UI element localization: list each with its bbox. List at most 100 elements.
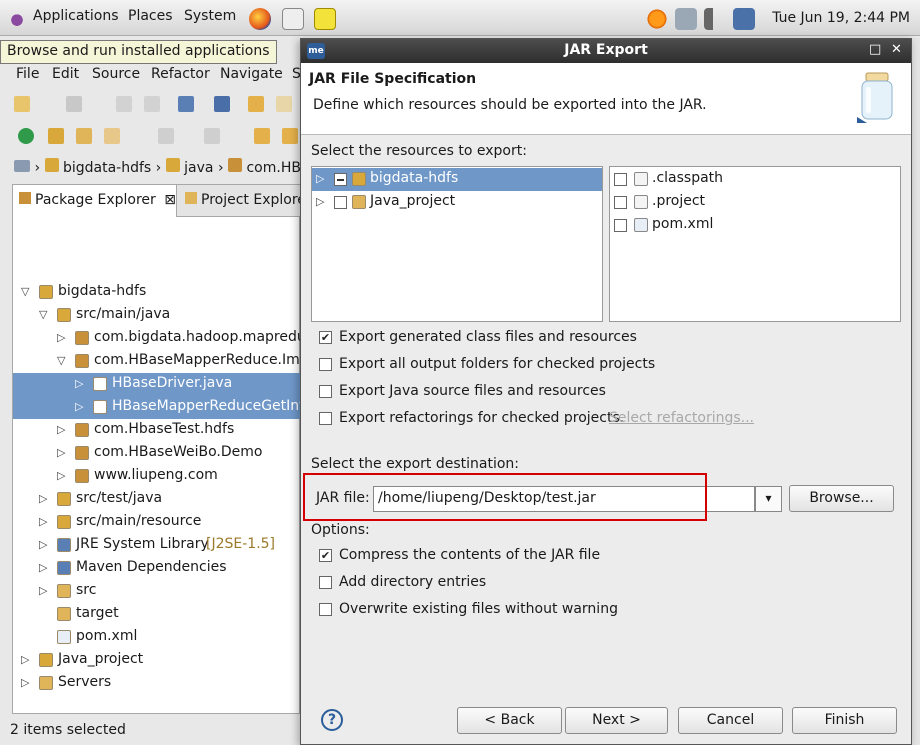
forward-arrow-icon[interactable] bbox=[276, 96, 292, 112]
firefox-icon[interactable] bbox=[249, 8, 271, 30]
option-checkbox[interactable] bbox=[319, 412, 332, 425]
chevron-right-icon[interactable]: ▷ bbox=[57, 469, 69, 482]
option-checkbox[interactable] bbox=[319, 385, 332, 398]
back-button[interactable]: < Back bbox=[457, 707, 562, 734]
volume-icon[interactable] bbox=[704, 8, 726, 30]
resource-checkbox[interactable] bbox=[334, 173, 347, 186]
browse-button[interactable]: Browse... bbox=[789, 485, 894, 512]
option-checkbox[interactable]: ✔ bbox=[319, 549, 332, 562]
tab-package-explorer[interactable]: Package Explorer ⊠ bbox=[13, 185, 177, 217]
resource-checkbox[interactable] bbox=[334, 196, 347, 209]
display-icon[interactable] bbox=[733, 8, 755, 30]
maximize-icon[interactable]: □ bbox=[869, 42, 881, 57]
tab-project-explorer[interactable]: Project Explore bbox=[179, 185, 301, 217]
file-list-item[interactable]: pom.xml bbox=[610, 214, 900, 237]
save-all-icon[interactable] bbox=[144, 96, 160, 112]
option-checkbox[interactable] bbox=[319, 603, 332, 616]
file-list-item[interactable]: .classpath bbox=[610, 168, 900, 191]
tree-item[interactable]: ▷ src/test/java bbox=[13, 488, 301, 511]
chevron-down-icon[interactable]: ▽ bbox=[39, 308, 51, 321]
new-type-icon[interactable] bbox=[66, 96, 82, 112]
file-checkbox[interactable] bbox=[614, 196, 627, 209]
chevron-right-icon[interactable]: ▷ bbox=[57, 446, 69, 459]
edit-icon[interactable] bbox=[104, 128, 120, 144]
select-refactorings-link[interactable]: Select refactorings... bbox=[609, 410, 754, 426]
breadcrumb-package[interactable]: com.HB bbox=[246, 160, 300, 176]
breadcrumb-root-icon[interactable] bbox=[14, 160, 30, 172]
prev-annotation-icon[interactable] bbox=[204, 128, 220, 144]
breadcrumb-project[interactable]: bigdata-hdfs bbox=[63, 160, 151, 176]
open-type-icon[interactable] bbox=[48, 128, 64, 144]
back-arrow-icon[interactable] bbox=[248, 96, 264, 112]
places-menu[interactable]: Places bbox=[128, 8, 173, 24]
chevron-right-icon[interactable]: ▷ bbox=[57, 423, 69, 436]
menu-source[interactable]: Source bbox=[92, 66, 140, 82]
tree-item[interactable]: ▽ src/main/java bbox=[13, 304, 301, 327]
last-edit-icon[interactable] bbox=[254, 128, 270, 144]
chevron-right-icon[interactable]: ▷ bbox=[39, 515, 51, 528]
menu-edit[interactable]: Edit bbox=[52, 66, 79, 82]
updates-icon[interactable] bbox=[646, 8, 668, 30]
tree-item[interactable]: target bbox=[13, 603, 301, 626]
nav-back-icon[interactable] bbox=[282, 128, 298, 144]
finish-button[interactable]: Finish bbox=[792, 707, 897, 734]
resource-tree-item[interactable]: ▷ Java_project bbox=[312, 191, 602, 214]
menu-file[interactable]: File bbox=[16, 66, 39, 82]
chevron-right-icon[interactable]: ▷ bbox=[39, 538, 51, 551]
option-checkbox[interactable]: ✔ bbox=[319, 331, 332, 344]
tree-item[interactable]: ▷ HBaseMapperReduceGetInfo. bbox=[13, 396, 317, 419]
tree-item[interactable]: ▷ src/main/resource bbox=[13, 511, 301, 534]
close-icon[interactable]: ✕ bbox=[891, 42, 902, 57]
dialog-title-bar[interactable]: me JAR Export □ ✕ bbox=[301, 39, 911, 63]
breadcrumb-folder[interactable]: java bbox=[184, 160, 213, 176]
tree-item[interactable]: ▷ com.bigdata.hadoop.mapreduce bbox=[13, 327, 322, 350]
chevron-down-icon[interactable]: ▽ bbox=[21, 285, 33, 298]
save-icon[interactable] bbox=[116, 96, 132, 112]
console-icon[interactable] bbox=[178, 96, 194, 112]
open-folder-icon[interactable] bbox=[76, 128, 92, 144]
tree-item[interactable]: ▷ com.HBaseWeiBo.Demo bbox=[13, 442, 301, 465]
option-checkbox[interactable] bbox=[319, 358, 332, 371]
tree-item[interactable]: ▷ Servers bbox=[13, 672, 301, 695]
chevron-right-icon[interactable]: ▷ bbox=[21, 653, 33, 666]
close-icon[interactable]: ⊠ bbox=[164, 192, 176, 208]
tree-item[interactable]: ▽ com.HBaseMapperReduce.Impor bbox=[13, 350, 323, 373]
file-checkbox[interactable] bbox=[614, 219, 627, 232]
new-icon[interactable] bbox=[14, 96, 30, 112]
chevron-right-icon[interactable]: ▷ bbox=[21, 676, 33, 689]
chevron-right-icon[interactable]: ▷ bbox=[316, 195, 328, 208]
chevron-right-icon[interactable]: ▷ bbox=[39, 561, 51, 574]
run-icon[interactable] bbox=[18, 128, 34, 144]
clock[interactable]: Tue Jun 19, 2:44 PM bbox=[772, 10, 910, 26]
resource-tree-item[interactable]: ▷ bigdata-hdfs bbox=[312, 168, 602, 191]
mail-icon[interactable] bbox=[282, 8, 304, 30]
gnome-foot-icon[interactable] bbox=[6, 8, 28, 30]
next-button[interactable]: Next > bbox=[565, 707, 668, 734]
chevron-down-icon[interactable]: ▾ bbox=[755, 486, 782, 512]
system-menu[interactable]: System bbox=[184, 8, 236, 24]
file-checkbox[interactable] bbox=[614, 173, 627, 186]
chevron-right-icon[interactable]: ▷ bbox=[316, 172, 328, 185]
tree-item[interactable]: ▷ HBaseDriver.java bbox=[13, 373, 301, 396]
menu-refactor[interactable]: Refactor bbox=[151, 66, 210, 82]
tree-item[interactable]: ▷ JRE System Library [J2SE-1.5] bbox=[13, 534, 301, 557]
jar-file-input[interactable]: /home/liupeng/Desktop/test.jar bbox=[373, 486, 755, 512]
notes-icon[interactable] bbox=[314, 8, 336, 30]
tree-item[interactable]: ▽ bigdata-hdfs bbox=[13, 281, 301, 304]
tree-item[interactable]: ▷ Maven Dependencies bbox=[13, 557, 301, 580]
file-list-item[interactable]: .project bbox=[610, 191, 900, 214]
chevron-down-icon[interactable]: ▽ bbox=[57, 354, 69, 367]
chevron-right-icon[interactable]: ▷ bbox=[75, 400, 87, 413]
chevron-right-icon[interactable]: ▷ bbox=[39, 492, 51, 505]
tree-item[interactable]: ▷ com.HbaseTest.hdfs bbox=[13, 419, 301, 442]
menu-navigate[interactable]: Navigate bbox=[220, 66, 283, 82]
chevron-right-icon[interactable]: ▷ bbox=[39, 584, 51, 597]
help-icon[interactable]: ? bbox=[321, 709, 343, 731]
tree-item[interactable]: ▷ www.liupeng.com bbox=[13, 465, 301, 488]
debug-icon[interactable] bbox=[214, 96, 230, 112]
next-annotation-icon[interactable] bbox=[158, 128, 174, 144]
chevron-right-icon[interactable]: ▷ bbox=[57, 331, 69, 344]
cancel-button[interactable]: Cancel bbox=[678, 707, 783, 734]
option-checkbox[interactable] bbox=[319, 576, 332, 589]
applications-menu[interactable]: Applications bbox=[33, 8, 119, 24]
